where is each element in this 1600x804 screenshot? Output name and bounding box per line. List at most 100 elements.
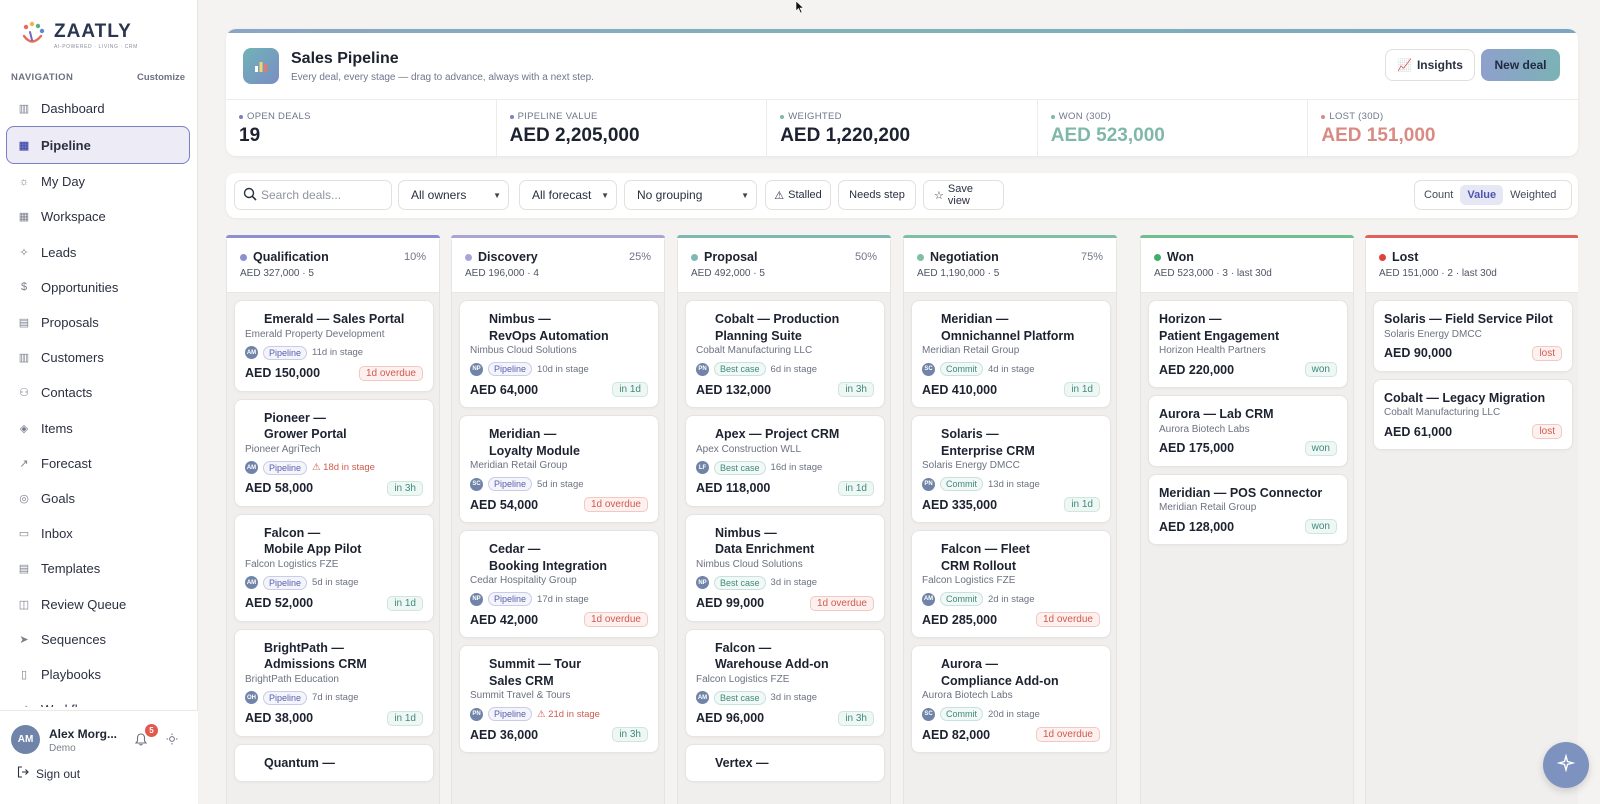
deal-title: Summit — Tour Sales CRM	[489, 657, 582, 688]
avatar[interactable]: AM	[11, 725, 40, 754]
deal-title: Meridian — Omnichannel Platform	[941, 312, 1075, 343]
brand-logo[interactable]: ZAATLY AI-POWERED · LIVING · CRM	[18, 20, 138, 50]
deal-card[interactable]: Solaris — Enterprise CRM Solaris Energy D…	[911, 415, 1111, 523]
mode-count[interactable]: Count	[1417, 185, 1460, 205]
sidebar-item-forecast[interactable]: ↗ Forecast	[6, 446, 190, 481]
deal-meta: PN Commit 13d in stage	[922, 477, 1100, 491]
deal-card[interactable]: Aurora — Compliance Add-on Aurora Biotech…	[911, 645, 1111, 753]
time-in-stage: ⚠ 21d in stage	[537, 708, 600, 720]
deal-card[interactable]: Cobalt — Legacy Migration Cobalt Manufact…	[1373, 378, 1573, 450]
sidebar-item-workspace[interactable]: ▦ Workspace	[6, 199, 190, 234]
sidebar-item-opportunities[interactable]: $ Opportunities	[6, 270, 190, 305]
deal-card[interactable]: Apex — Project CRM Apex Construction WLL L…	[685, 415, 885, 507]
sidebar-item-inbox[interactable]: ▭ Inbox	[6, 516, 190, 551]
sidebar-item-goals[interactable]: ◎ Goals	[6, 481, 190, 516]
file-icon: ▤	[18, 317, 30, 330]
new-deal-button[interactable]: New deal	[1481, 49, 1560, 81]
deal-title: Aurora — Compliance Add-on	[941, 657, 1059, 688]
forecast-select[interactable]: All forecast ▼	[519, 180, 617, 210]
building-icon: ▥	[18, 352, 30, 365]
sign-out-label: Sign out	[36, 766, 81, 781]
sidebar-item-workflows[interactable]: ⇄ Workflows	[6, 692, 190, 707]
sidebar-item-my-day[interactable]: ☼ My Day	[6, 164, 190, 199]
deal-amount: AED 150,000	[245, 366, 321, 380]
deal-card[interactable]: BrightPath — Admissions CRM BrightPath Ed…	[234, 628, 434, 737]
column-negotiation: Negotiation 75% AED 1,190,000 · 5 Meridian …	[903, 235, 1117, 804]
owners-select[interactable]: All owners ▼	[398, 180, 509, 210]
needs-step-button[interactable]: Needs step	[838, 180, 916, 210]
grouping-select[interactable]: No grouping ▼	[624, 180, 757, 210]
deal-card[interactable]: Vertex —	[685, 743, 885, 782]
nav-list: ▥ Dashboard ▦ Pipeline ☼ My Day ▦ Workspace ✧ Lea…	[6, 91, 190, 707]
stalled-label: Stalled	[788, 189, 822, 201]
deal-company: Falcon Logistics FZE	[696, 673, 790, 685]
ai-assistant-button[interactable]	[1543, 742, 1589, 788]
deal-company: Falcon Logistics FZE	[245, 558, 339, 570]
stage-dot	[240, 253, 247, 261]
card-list: Meridian — Omnichannel Platform Meridian …	[911, 300, 1111, 760]
bell-icon[interactable]	[134, 733, 148, 749]
sidebar-item-label: Items	[41, 420, 73, 436]
deal-card[interactable]: Falcon — Fleet CRM Rollout Falcon Logisti…	[911, 530, 1111, 638]
next-step-badge: in 1d	[1064, 382, 1100, 397]
deal-card[interactable]: Aurora — Lab CRM Aurora Biotech Labs AED 1…	[1148, 395, 1348, 467]
stalled-filter-button[interactable]: ⚠ Stalled	[765, 180, 831, 210]
deal-footer: AED 52,000 in 1d	[245, 595, 423, 611]
sidebar-item-pipeline[interactable]: ▦ Pipeline	[6, 126, 190, 165]
deal-card[interactable]: Pioneer — Grower Portal Pioneer AgriTech A…	[234, 398, 434, 507]
deal-card[interactable]: Emerald — Sales Portal Emerald Property D…	[234, 300, 434, 392]
deal-card[interactable]: Falcon — Mobile App Pilot Falcon Logistic…	[234, 513, 434, 622]
customize-link[interactable]: Customize	[137, 72, 185, 83]
deal-amount: AED 132,000	[696, 382, 772, 397]
forecast-pill: Pipeline	[488, 592, 533, 606]
sign-out-button[interactable]: Sign out	[17, 766, 80, 781]
deal-title: Aurora — Lab CRM	[1159, 407, 1274, 421]
mode-weighted[interactable]: Weighted	[1503, 185, 1563, 205]
mode-value[interactable]: Value	[1460, 185, 1504, 205]
sidebar-item-items[interactable]: ◈ Items	[6, 411, 190, 446]
next-step-badge: in 3h	[612, 727, 648, 742]
deal-card[interactable]: Cobalt — Production Planning Suite Cobalt…	[685, 300, 885, 408]
stats-row: OPEN DEALS 19 PIPELINE VALUE AED 2,205,000 W…	[226, 99, 1578, 156]
deal-company: Meridian Retail Group	[1159, 502, 1257, 513]
theme-toggle-icon[interactable]	[164, 731, 180, 747]
deal-card[interactable]: Summit — Tour Sales CRM Summit Travel & T…	[459, 645, 659, 753]
next-step-badge: in 3h	[838, 382, 874, 397]
save-view-button[interactable]: ☆ Save view	[923, 180, 1004, 210]
deal-amount: AED 175,000	[1159, 441, 1235, 455]
sidebar-item-review-queue[interactable]: ◫ Review Queue	[6, 586, 190, 621]
deal-card[interactable]: Falcon — Warehouse Add-on Falcon Logistic…	[685, 628, 885, 737]
deal-footer: AED 96,000 in 3h	[696, 710, 874, 726]
deal-meta: SC Commit 20d in stage	[922, 707, 1100, 721]
stat-label-text: LOST (30D)	[1329, 111, 1384, 122]
sidebar-item-contacts[interactable]: ⚇ Contacts	[6, 375, 190, 410]
deal-footer: AED 335,000 in 1d	[922, 497, 1100, 512]
sidebar-item-customers[interactable]: ▥ Customers	[6, 340, 190, 375]
deal-card[interactable]: Solaris — Field Service Pilot Solaris Ene…	[1373, 300, 1573, 372]
sidebar-item-dashboard[interactable]: ▥ Dashboard	[6, 91, 190, 126]
stat-label: WON (30D)	[1050, 111, 1308, 122]
insights-button[interactable]: 📈 Insights	[1385, 49, 1475, 81]
sidebar-item-playbooks[interactable]: ▯ Playbooks	[6, 657, 190, 692]
deal-card[interactable]: Quantum —	[234, 743, 434, 782]
star-icon: ☆	[934, 189, 944, 202]
deal-card[interactable]: Meridian — POS Connector Meridian Retail …	[1148, 473, 1348, 545]
sidebar-item-sequences[interactable]: ➤ Sequences	[6, 622, 190, 657]
deal-card[interactable]: Meridian — Omnichannel Platform Meridian …	[911, 300, 1111, 408]
sidebar-item-templates[interactable]: ▤ Templates	[6, 551, 190, 586]
card-list: Cobalt — Production Planning Suite Cobalt…	[685, 300, 885, 789]
deal-title: Solaris — Enterprise CRM	[941, 427, 1035, 458]
deal-card[interactable]: Meridian — Loyalty Module Meridian Retail…	[459, 415, 659, 523]
deal-card[interactable]: Cedar — Booking Integration Cedar Hospita…	[459, 530, 659, 638]
sidebar-item-leads[interactable]: ✧ Leads	[6, 235, 190, 270]
deal-card[interactable]: Horizon — Patient Engagement Horizon Heal…	[1148, 300, 1348, 388]
sidebar-item-proposals[interactable]: ▤ Proposals	[6, 305, 190, 340]
next-step-badge: in 1d	[387, 595, 423, 611]
deal-card[interactable]: Nimbus — Data Enrichment Nimbus Cloud Sol…	[685, 513, 885, 622]
forecast-pill: Commit	[940, 707, 983, 721]
search-input[interactable]: Search deals...	[234, 180, 392, 210]
time-in-stage: 3d in stage	[770, 577, 818, 588]
deal-card[interactable]: Nimbus — RevOps Automation Nimbus Cloud S…	[459, 300, 659, 408]
user-card: AM Alex Morg... Demo 5 Sign out	[0, 710, 198, 804]
sidebar-item-label: Review Queue	[41, 596, 127, 612]
